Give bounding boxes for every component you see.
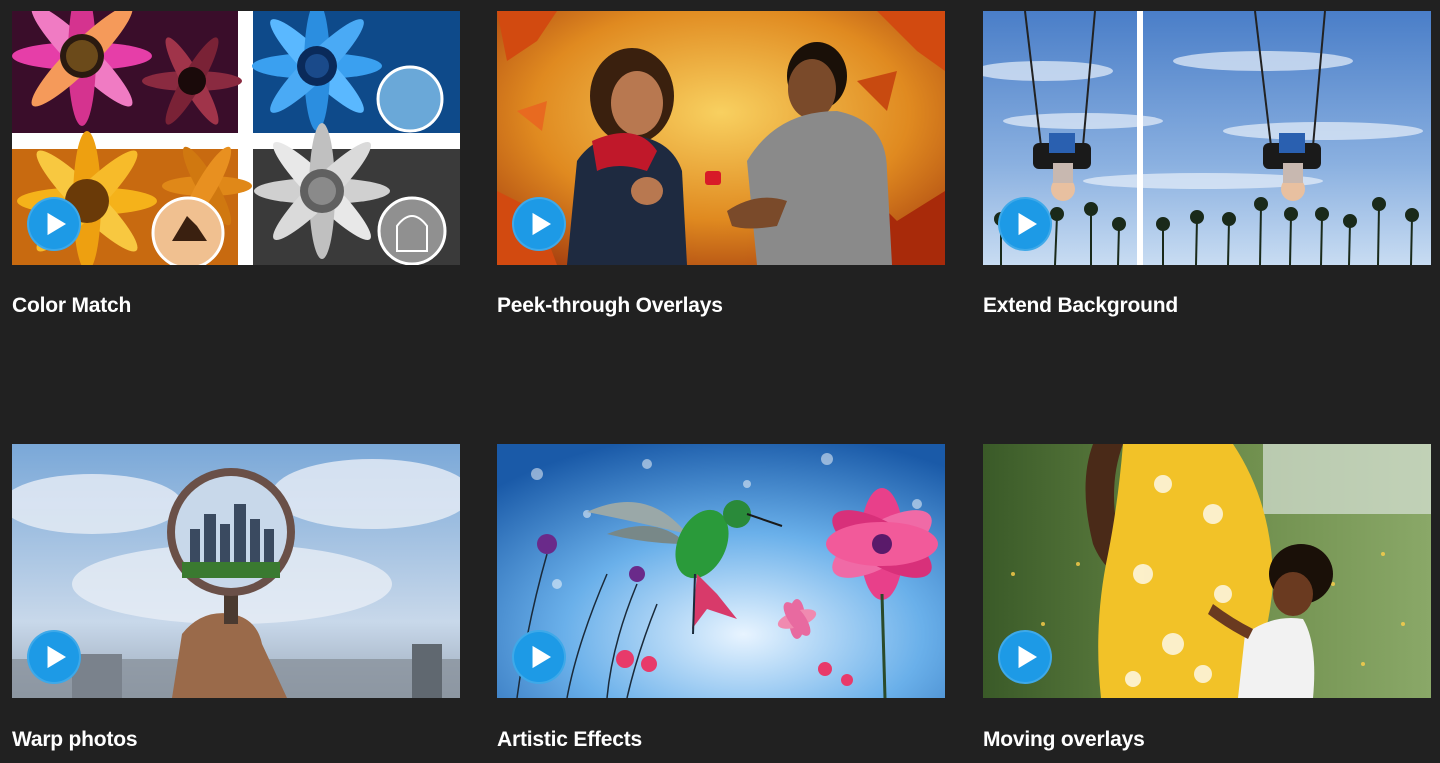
thumbnail-color-match[interactable] bbox=[12, 11, 460, 265]
video-title[interactable]: Peek-through Overlays bbox=[497, 294, 723, 318]
play-button[interactable] bbox=[998, 197, 1052, 251]
video-title[interactable]: Color Match bbox=[12, 294, 131, 318]
play-button[interactable] bbox=[27, 630, 81, 684]
video-card-color-match[interactable]: Color Match bbox=[12, 11, 460, 317]
video-card-moving-overlays[interactable]: Moving overlays bbox=[983, 444, 1431, 751]
play-icon bbox=[47, 212, 67, 236]
thumbnail-warp-photos[interactable] bbox=[12, 444, 460, 698]
play-icon bbox=[1018, 212, 1038, 236]
thumbnail-moving-overlays[interactable] bbox=[983, 444, 1431, 698]
play-icon bbox=[47, 645, 67, 669]
video-card-extend-background[interactable]: Extend Background bbox=[983, 11, 1431, 317]
play-button[interactable] bbox=[512, 630, 566, 684]
thumbnail-artistic-effects[interactable] bbox=[497, 444, 945, 698]
play-button[interactable] bbox=[512, 197, 566, 251]
video-card-warp-photos[interactable]: Warp photos bbox=[12, 444, 460, 751]
video-title[interactable]: Warp photos bbox=[12, 728, 138, 752]
play-icon bbox=[532, 645, 552, 669]
thumbnail-extend-background[interactable] bbox=[983, 11, 1431, 265]
video-card-artistic-effects[interactable]: Artistic Effects bbox=[497, 444, 945, 751]
play-icon bbox=[532, 212, 552, 236]
video-title[interactable]: Extend Background bbox=[983, 294, 1178, 318]
play-icon bbox=[1018, 645, 1038, 669]
video-title[interactable]: Artistic Effects bbox=[497, 728, 642, 752]
video-card-peek-through-overlays[interactable]: Peek-through Overlays bbox=[497, 11, 945, 317]
play-button[interactable] bbox=[27, 197, 81, 251]
video-title[interactable]: Moving overlays bbox=[983, 728, 1145, 752]
thumbnail-peek-through-overlays[interactable] bbox=[497, 11, 945, 265]
play-button[interactable] bbox=[998, 630, 1052, 684]
